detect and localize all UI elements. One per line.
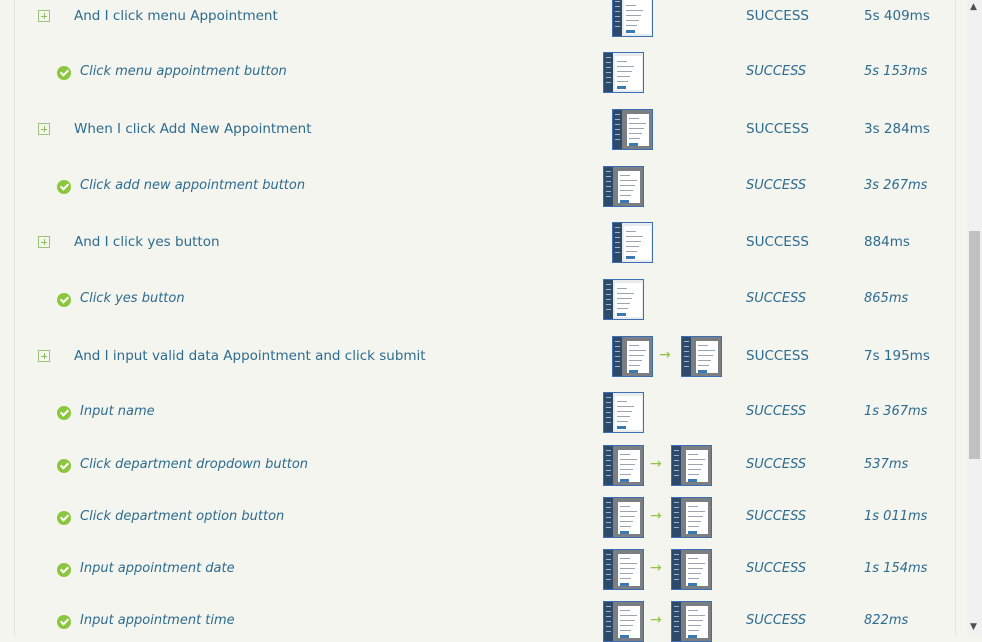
expand-plus-icon[interactable] (38, 10, 50, 22)
arrow-right-icon: → (659, 347, 671, 363)
success-check-icon (57, 615, 71, 629)
duration-text: 1s 011ms (864, 509, 928, 524)
arrow-right-icon: → (650, 612, 662, 628)
expand-plus-icon[interactable] (38, 123, 50, 135)
step-label: When I click Add New Appointment (74, 121, 312, 137)
duration-text: 1s 154ms (864, 561, 928, 576)
success-check-icon (57, 511, 71, 525)
duration-text: 3s 284ms (864, 121, 930, 137)
duration-text: 5s 409ms (864, 8, 930, 24)
scroll-up-icon[interactable]: ▲ (970, 2, 977, 12)
screenshot-thumbnail[interactable] (603, 166, 644, 207)
status-text: SUCCESS (746, 64, 807, 79)
status-text: SUCCESS (746, 509, 807, 524)
step-label: And I click yes button (74, 234, 220, 250)
scroll-down-icon[interactable]: ▼ (970, 622, 977, 632)
sub-step-label: Input name (80, 404, 155, 419)
screenshot-thumbnail[interactable] (612, 0, 653, 37)
screenshot-thumbnail[interactable] (612, 222, 653, 263)
screenshot-thumbnail[interactable] (603, 497, 644, 538)
expand-plus-icon[interactable] (38, 350, 50, 362)
success-check-icon (57, 66, 71, 80)
status-text: SUCCESS (746, 404, 807, 419)
success-check-icon (57, 293, 71, 307)
screenshot-thumbnail[interactable] (681, 336, 722, 377)
sub-step-label: Input appointment date (80, 561, 235, 576)
screenshot-thumbnail[interactable] (603, 392, 644, 433)
sub-step-label: Click add new appointment button (80, 178, 306, 193)
success-check-icon (57, 406, 71, 420)
status-text: SUCCESS (746, 121, 809, 137)
step-label: And I input valid data Appointment and c… (74, 348, 426, 364)
screenshot-thumbnail[interactable] (603, 279, 644, 320)
duration-text: 884ms (864, 234, 910, 250)
duration-text: 1s 367ms (864, 404, 928, 419)
success-check-icon (57, 180, 71, 194)
sub-step-label: Click menu appointment button (80, 64, 287, 79)
step-label: And I click menu Appointment (74, 8, 278, 24)
screenshot-thumbnail[interactable] (603, 52, 644, 93)
status-text: SUCCESS (746, 613, 807, 628)
screenshot-thumbnail[interactable] (671, 497, 712, 538)
duration-text: 5s 153ms (864, 64, 928, 79)
status-text: SUCCESS (746, 561, 807, 576)
scrollbar-thumb[interactable] (969, 231, 980, 459)
screenshot-thumbnail[interactable] (603, 549, 644, 590)
duration-text: 822ms (864, 613, 909, 628)
arrow-right-icon: → (650, 508, 662, 524)
screenshot-thumbnail[interactable] (671, 445, 712, 486)
screenshot-thumbnail[interactable] (612, 109, 653, 150)
status-text: SUCCESS (746, 457, 807, 472)
expand-plus-icon[interactable] (38, 236, 50, 248)
sub-step-label: Input appointment time (80, 613, 235, 628)
vertical-scrollbar[interactable]: ▲ ▼ (967, 0, 982, 636)
screenshot-thumbnail[interactable] (671, 549, 712, 590)
arrow-right-icon: → (650, 560, 662, 576)
status-text: SUCCESS (746, 178, 807, 193)
success-check-icon (57, 459, 71, 473)
status-text: SUCCESS (746, 234, 809, 250)
status-text: SUCCESS (746, 348, 809, 364)
success-check-icon (57, 563, 71, 577)
screenshot-thumbnail[interactable] (612, 336, 653, 377)
sub-step-label: Click department option button (80, 509, 285, 524)
duration-text: 3s 267ms (864, 178, 928, 193)
step-report-panel: And I click menu Appointment SUCCESS 5s 40… (14, 0, 956, 642)
duration-text: 865ms (864, 291, 909, 306)
arrow-right-icon: → (650, 456, 662, 472)
sub-step-label: Click department dropdown button (80, 457, 309, 472)
duration-text: 7s 195ms (864, 348, 930, 364)
status-text: SUCCESS (746, 291, 807, 306)
status-text: SUCCESS (746, 8, 809, 24)
screenshot-thumbnail[interactable] (603, 445, 644, 486)
sub-step-label: Click yes button (80, 291, 185, 306)
duration-text: 537ms (864, 457, 909, 472)
